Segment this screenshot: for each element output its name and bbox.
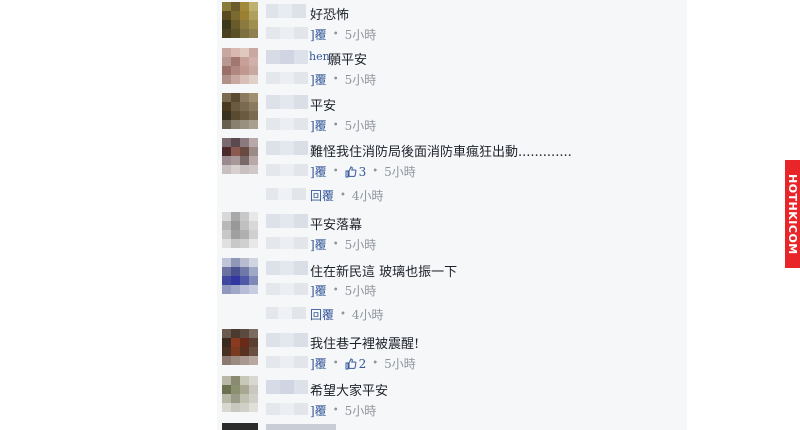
comment-text: 平安落幕 (310, 218, 363, 233)
separator-dot: • (372, 166, 379, 177)
separator-dot: • (332, 120, 339, 131)
commenter-name-blurred[interactable] (266, 424, 336, 430)
sub-reply-meta: 回覆 • 4小時 (310, 187, 384, 204)
avatar[interactable] (222, 376, 258, 412)
timestamp[interactable]: 5小時 (345, 26, 377, 43)
timestamp[interactable]: 5小時 (345, 117, 377, 134)
comment-meta: ]覆 • 5小時 (310, 282, 376, 299)
reply-blur (266, 403, 308, 415)
commenter-name-blurred[interactable] (266, 333, 308, 347)
reply-link[interactable]: ]覆 (310, 236, 327, 253)
reply-blur (266, 118, 308, 130)
timestamp[interactable]: 5小時 (384, 163, 416, 180)
avatar[interactable] (222, 93, 258, 129)
reply-blur (266, 72, 308, 84)
sub-reply-blur (266, 307, 306, 319)
thumbs-up-icon (345, 165, 357, 177)
sub-reply-blur (266, 188, 306, 200)
separator-dot: • (332, 239, 339, 250)
separator-dot: • (372, 358, 379, 369)
timestamp[interactable]: 5小時 (384, 355, 416, 372)
separator-dot: • (340, 190, 346, 201)
comment-text: 願平安 (328, 53, 368, 68)
timestamp[interactable]: 4小時 (352, 187, 384, 204)
separator-dot: • (332, 405, 339, 416)
avatar[interactable] (222, 423, 258, 430)
reply-link[interactable]: ]覆 (310, 282, 327, 299)
avatar[interactable] (222, 138, 258, 174)
reply-blur (266, 27, 308, 39)
comment-meta: ]覆 • 5小時 (310, 402, 376, 419)
separator-dot: • (340, 309, 346, 320)
watermark-logo: HOTHKICOM (785, 160, 800, 268)
comment-text: 我住巷子裡被震醒! (310, 337, 420, 352)
timestamp[interactable]: 5小時 (345, 402, 377, 419)
comment-meta: ]覆 • 5小時 (310, 71, 376, 88)
commenter-name-partial[interactable]: hen (309, 50, 330, 63)
reply-link[interactable]: ]覆 (310, 71, 327, 88)
like-count: 3 (358, 164, 367, 179)
comment-text: 住在新民這 玻璃也振一下 (310, 265, 458, 280)
separator-dot: • (332, 358, 339, 369)
sub-reply-link[interactable]: 回覆 (310, 187, 334, 204)
comment-meta: ]覆 • 5小時 (310, 117, 376, 134)
commenter-name-blurred[interactable] (266, 4, 306, 18)
like-button[interactable]: 2 (345, 356, 367, 371)
comment-meta: ]覆 • 5小時 (310, 26, 376, 43)
reply-blur (266, 237, 308, 249)
reply-link[interactable]: ]覆 (310, 26, 327, 43)
separator-dot: • (332, 166, 339, 177)
timestamp[interactable]: 5小時 (345, 282, 377, 299)
comment-meta: ]覆 • 3 • 5小時 (310, 163, 416, 180)
like-count: 2 (358, 356, 367, 371)
commenter-name-blurred[interactable] (266, 380, 308, 394)
avatar[interactable] (222, 329, 258, 365)
comment-text: 希望大家平安 (310, 384, 389, 399)
commenter-name-blurred[interactable] (266, 50, 308, 64)
separator-dot: • (332, 29, 339, 40)
separator-dot: • (332, 74, 339, 85)
reply-link[interactable]: ]覆 (310, 117, 327, 134)
reply-blur (266, 283, 308, 295)
commenter-name-blurred[interactable] (266, 261, 308, 275)
commenter-name-blurred[interactable] (266, 95, 308, 109)
timestamp[interactable]: 5小時 (345, 71, 377, 88)
separator-dot: • (332, 285, 339, 296)
timestamp[interactable]: 4小時 (352, 306, 384, 323)
comment-text: 好恐怖 (310, 8, 350, 23)
commenter-name-blurred[interactable] (266, 141, 308, 155)
avatar[interactable] (222, 258, 258, 294)
reply-link[interactable]: ]覆 (310, 163, 327, 180)
reply-blur (266, 164, 308, 176)
comment-text: 平安 (310, 99, 337, 114)
reply-link[interactable]: ]覆 (310, 402, 327, 419)
commenter-name-blurred[interactable] (266, 214, 308, 228)
comment-meta: ]覆 • 2 • 5小時 (310, 355, 416, 372)
comment-meta: ]覆 • 5小時 (310, 236, 376, 253)
avatar[interactable] (222, 2, 258, 38)
avatar[interactable] (222, 212, 258, 248)
avatar[interactable] (222, 48, 258, 84)
thumbs-up-icon (345, 357, 357, 369)
reply-link[interactable]: ]覆 (310, 355, 327, 372)
sub-reply-meta: 回覆 • 4小時 (310, 306, 384, 323)
like-button[interactable]: 3 (345, 164, 367, 179)
comment-text: 難怪我住消防局後面消防車瘋狂出動............. (310, 145, 572, 160)
reply-blur (266, 356, 308, 368)
timestamp[interactable]: 5小時 (345, 236, 377, 253)
sub-reply-link[interactable]: 回覆 (310, 306, 334, 323)
